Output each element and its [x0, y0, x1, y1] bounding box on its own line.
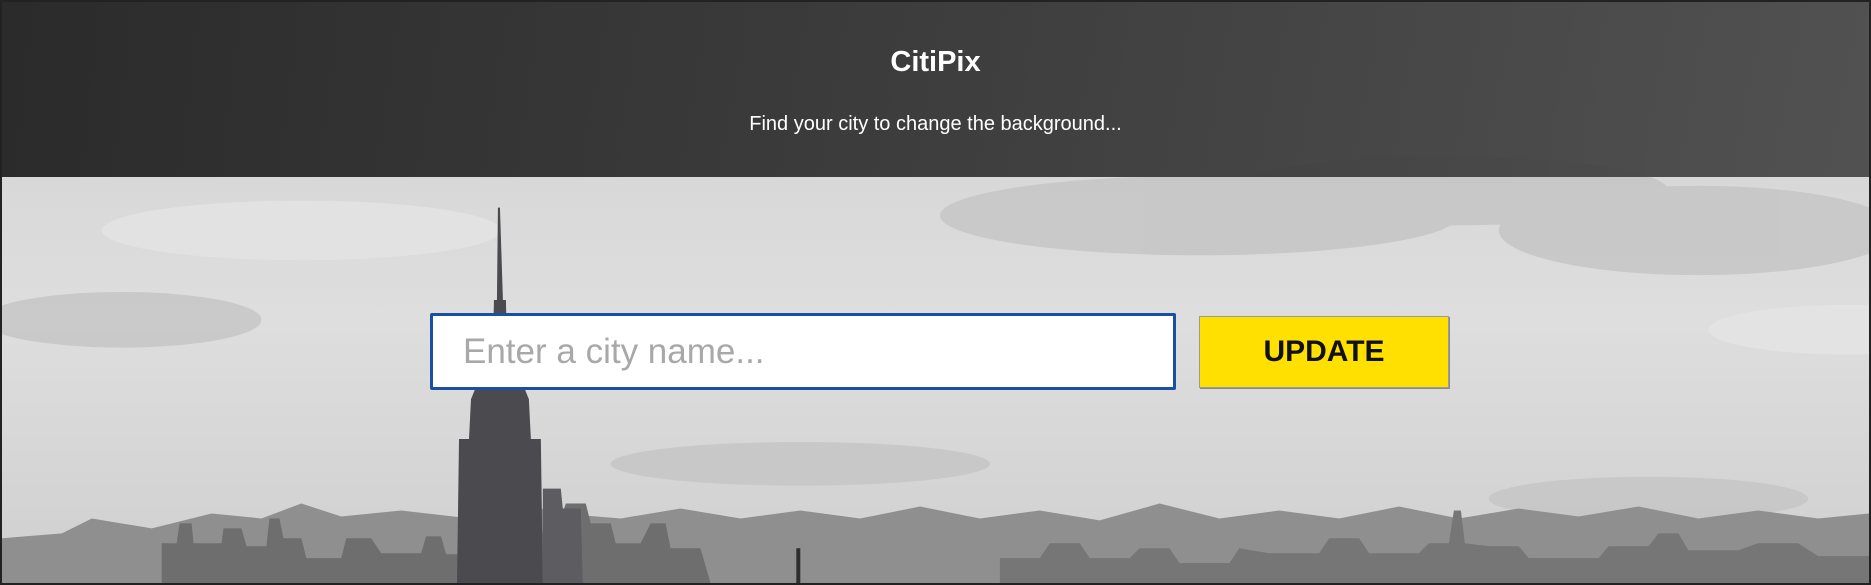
- app-title: CitiPix: [890, 46, 981, 78]
- app-viewport: CitiPix Find your city to change the bac…: [0, 0, 1871, 585]
- update-button[interactable]: UPDATE: [1199, 316, 1449, 388]
- app-subtitle: Find your city to change the background.…: [749, 113, 1122, 135]
- city-search-input[interactable]: [430, 313, 1176, 390]
- page-header: CitiPix Find your city to change the bac…: [2, 2, 1869, 177]
